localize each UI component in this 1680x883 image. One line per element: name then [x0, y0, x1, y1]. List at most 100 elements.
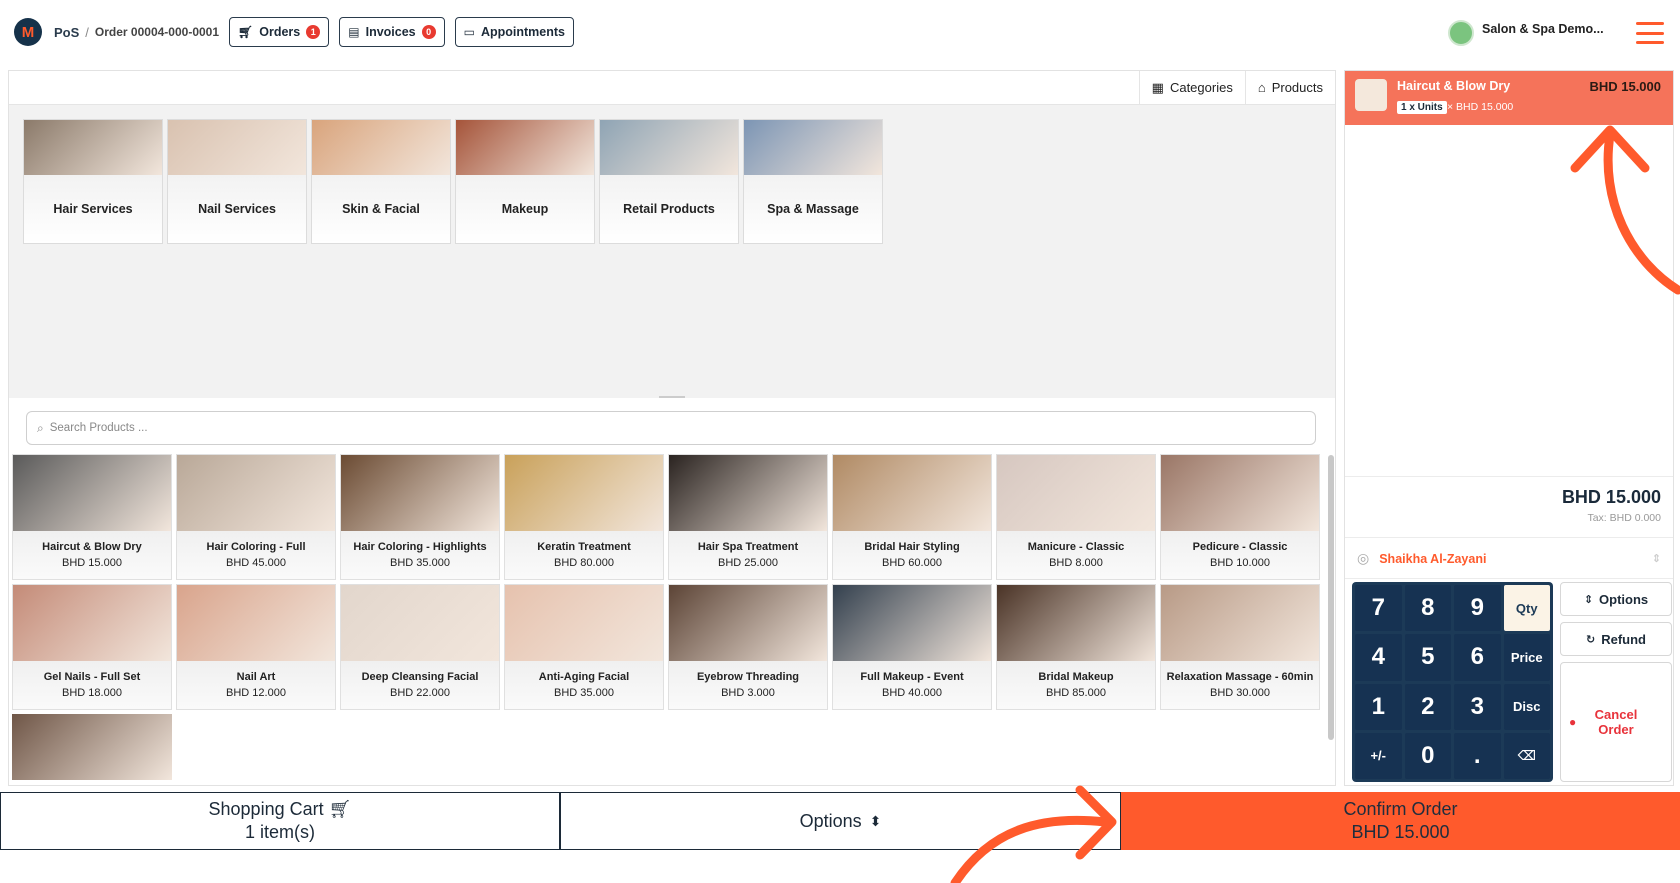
breadcrumb-separator: / [85, 24, 89, 40]
product-card[interactable]: Bridal Hair Styling BHD 60.000 [832, 454, 992, 580]
product-info: Pedicure - Classic BHD 10.000 [1161, 531, 1319, 579]
numpad-key[interactable]: . [1454, 732, 1501, 779]
product-grid: Haircut & Blow Dry BHD 15.000 Hair Colorin… [12, 454, 1320, 840]
numpad-key[interactable]: Qty [1503, 585, 1550, 632]
product-price: BHD 25.000 [718, 557, 778, 569]
product-name: Hair Spa Treatment [697, 541, 799, 553]
product-card[interactable]: Relaxation Massage - 60min BHD 30.000 [1160, 584, 1320, 710]
confirm-order-button[interactable]: Confirm Order BHD 15.000 [1121, 792, 1680, 850]
numpad-key[interactable]: +/- [1355, 732, 1402, 779]
product-card[interactable]: Keratin Treatment BHD 80.000 [504, 454, 664, 580]
category-label: Retail Products [600, 175, 738, 243]
product-info: Full Makeup - Event BHD 40.000 [833, 661, 991, 709]
product-image [669, 455, 827, 531]
cancel-order-label: Cancel Order [1594, 707, 1638, 737]
product-image [505, 455, 663, 531]
product-image [12, 714, 172, 780]
product-card[interactable]: Deep Cleansing Facial BHD 22.000 [340, 584, 500, 710]
category-image [24, 120, 162, 175]
options-button[interactable]: ⇕ Options [1560, 582, 1672, 616]
cart-line-item[interactable]: Haircut & Blow Dry BHD 15.000 1 x Units … [1345, 71, 1673, 125]
order-total: BHD 15.000 [1561, 487, 1661, 507]
product-card[interactable]: Anti-Aging Facial BHD 35.000 [504, 584, 664, 710]
product-card[interactable]: Full Makeup - Event BHD 40.000 [832, 584, 992, 710]
bottom-options-button[interactable]: Options ⬍ [560, 792, 1121, 850]
product-image [13, 585, 171, 661]
product-card[interactable] [12, 714, 172, 780]
numpad-key[interactable]: Disc [1503, 683, 1550, 730]
orders-badge: 1 [306, 25, 321, 39]
numpad-key[interactable]: 6 [1454, 634, 1501, 681]
product-info: Hair Coloring - Full BHD 45.000 [177, 531, 335, 579]
category-label: Nail Services [168, 175, 306, 243]
product-price: BHD 3.000 [721, 687, 775, 699]
grid-icon: ▦ [1151, 79, 1164, 95]
numpad: 7 8 9 Qty 4 5 6 Price 1 2 3 Disc +/- 0. ⌫ [1352, 582, 1553, 782]
order-panel: Haircut & Blow Dry BHD 15.000 1 x Units … [1344, 70, 1674, 786]
category-card[interactable]: Skin & Facial [311, 119, 451, 244]
product-card[interactable]: Gel Nails - Full Set BHD 18.000 [12, 584, 172, 710]
orders-button[interactable]: 🛒︎ Orders 1 [229, 17, 330, 47]
numpad-key[interactable]: 7 [1355, 585, 1402, 632]
product-card[interactable]: Nail Art BHD 12.000 [176, 584, 336, 710]
category-label: Makeup [456, 175, 594, 243]
category-card[interactable]: Hair Services [23, 119, 163, 244]
view-tabs: ▦ Categories ⌂ Products [9, 71, 1335, 105]
product-info: Eyebrow Threading BHD 3.000 [669, 661, 827, 709]
category-card[interactable]: Retail Products [599, 119, 739, 244]
product-info: Hair Spa Treatment BHD 25.000 [669, 531, 827, 579]
cart-item-units: 1 x Units [1397, 101, 1447, 114]
product-card[interactable]: Manicure - Classic BHD 8.000 [996, 454, 1156, 580]
product-price: BHD 8.000 [1049, 557, 1103, 569]
product-card[interactable]: Hair Coloring - Highlights BHD 35.000 [340, 454, 500, 580]
product-card[interactable]: Hair Spa Treatment BHD 25.000 [668, 454, 828, 580]
product-info: Deep Cleansing Facial BHD 22.000 [341, 661, 499, 709]
product-image [1161, 455, 1319, 531]
numpad-key[interactable]: 9 [1454, 585, 1501, 632]
numpad-key[interactable]: Price [1503, 634, 1550, 681]
invoices-button[interactable]: ▤ Invoices 0 [339, 17, 445, 47]
numpad-key[interactable]: 8 [1404, 585, 1451, 632]
breadcrumb-pos[interactable]: PoS [54, 25, 79, 40]
product-image [1161, 585, 1319, 661]
product-scrollbar[interactable] [1328, 455, 1334, 740]
cart-item-thumbnail [1355, 79, 1387, 111]
product-card[interactable]: Eyebrow Threading BHD 3.000 [668, 584, 828, 710]
categories-tab[interactable]: ▦ Categories [1138, 71, 1245, 104]
cancel-order-button[interactable]: ● Cancel Order [1560, 662, 1672, 782]
hamburger-menu-icon[interactable] [1636, 22, 1664, 44]
numpad-key[interactable]: 4 [1355, 634, 1402, 681]
product-info: Bridal Hair Styling BHD 60.000 [833, 531, 991, 579]
product-price: BHD 80.000 [554, 557, 614, 569]
product-name: Anti-Aging Facial [538, 671, 630, 683]
numpad-key[interactable]: 2 [1404, 683, 1451, 730]
product-card[interactable]: Haircut & Blow Dry BHD 15.000 [12, 454, 172, 580]
catalog-panel: ▦ Categories ⌂ Products Hair Services Nai… [8, 70, 1336, 786]
product-price: BHD 12.000 [226, 687, 286, 699]
category-card[interactable]: Spa & Massage [743, 119, 883, 244]
category-label: Skin & Facial [312, 175, 450, 243]
product-info: Hair Coloring - Highlights BHD 35.000 [341, 531, 499, 579]
numpad-key[interactable]: 5 [1404, 634, 1451, 681]
products-tab[interactable]: ⌂ Products [1244, 71, 1335, 104]
search-icon: ⌕ [37, 420, 44, 435]
numpad-key[interactable]: 3 [1454, 683, 1501, 730]
numpad-key[interactable]: ⌫ [1503, 732, 1550, 779]
product-card[interactable]: Bridal Makeup BHD 85.000 [996, 584, 1156, 710]
category-card[interactable]: Nail Services [167, 119, 307, 244]
order-tax: Tax: BHD 0.000 [1587, 512, 1661, 524]
app-logo[interactable]: M [14, 18, 42, 46]
user-menu[interactable]: Salon & Spa Demo... [1448, 20, 1604, 46]
category-card[interactable]: Makeup [455, 119, 595, 244]
product-card[interactable]: Hair Coloring - Full BHD 45.000 [176, 454, 336, 580]
product-name: Bridal Makeup [1038, 671, 1114, 683]
numpad-key[interactable]: 1 [1355, 683, 1402, 730]
customer-selector[interactable]: ◎ Shaikha Al-Zayani ⇕ [1345, 539, 1673, 579]
confirm-order-total: BHD 15.000 [1351, 822, 1450, 842]
numpad-key[interactable]: 0 [1404, 732, 1451, 779]
refund-button[interactable]: ↻ Refund [1560, 622, 1672, 656]
shopping-cart-button[interactable]: Shopping Cart 🛒︎ 1 item(s) [0, 792, 560, 850]
appointments-button[interactable]: ▭ Appointments [454, 17, 574, 47]
product-card[interactable]: Pedicure - Classic BHD 10.000 [1160, 454, 1320, 580]
search-input[interactable]: ⌕ Search Products ... [26, 411, 1316, 445]
